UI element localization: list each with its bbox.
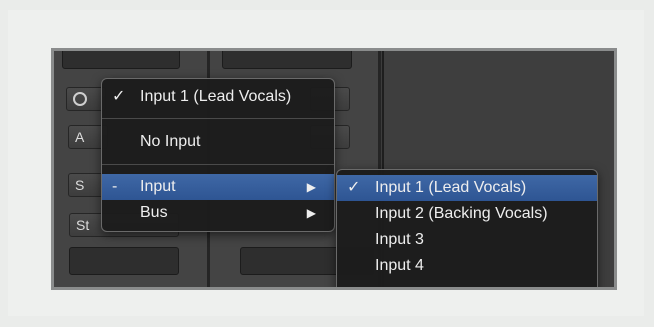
submenu-item-label: Input 4 <box>375 257 424 274</box>
menu-item-input[interactable]: - Input ▶ <box>102 174 334 200</box>
menu-item-bus[interactable]: Bus ▶ <box>102 200 334 226</box>
menu-item-label: No Input <box>140 133 201 150</box>
menu-item-label: Bus <box>140 204 168 221</box>
menu-separator <box>102 164 334 165</box>
menu-item-no-input[interactable]: No Input <box>102 129 334 155</box>
submenu-arrow-icon: ▶ <box>306 180 316 194</box>
submenu-item-label: Input 2 (Backing Vocals) <box>375 205 548 222</box>
solo-label: S <box>75 177 85 193</box>
submenu-arrow-icon: ▶ <box>306 206 316 220</box>
input-popup-menu: ✓ Input 1 (Lead Vocals) No Input - Input… <box>101 78 335 232</box>
submenu-item-label: Input 1 (Lead Vocals) <box>375 179 527 196</box>
strip1-bottom-slot[interactable] <box>69 247 179 275</box>
input-submenu: ✓ Input 1 (Lead Vocals) Input 2 (Backing… <box>336 169 598 287</box>
submenu-item[interactable]: Input 4 <box>337 253 597 279</box>
menu-item-label: Input 1 (Lead Vocals) <box>140 88 292 105</box>
menu-separator <box>102 118 334 119</box>
submenu-item[interactable]: ✓ Input 1 (Lead Vocals) <box>337 175 597 201</box>
stereo-out-label: St <box>76 217 90 233</box>
checkmark-icon: ✓ <box>112 88 126 105</box>
strip1-top-slot[interactable] <box>62 51 180 69</box>
strip2-top-slot[interactable] <box>222 51 352 69</box>
submenu-item[interactable]: Input 3 <box>337 227 597 253</box>
mixer-window: A S St ✓ Input 1 (Lead Vocals) No Input … <box>54 51 614 287</box>
submenu-item[interactable]: Input 2 (Backing Vocals) <box>337 201 597 227</box>
strip1-record-slot[interactable] <box>66 87 106 111</box>
menu-item-current-input[interactable]: ✓ Input 1 (Lead Vocals) <box>102 84 334 110</box>
checkmark-icon: ✓ <box>347 179 361 196</box>
submenu-item-label: Input 3 <box>375 231 424 248</box>
menu-item-label: Input <box>140 178 176 195</box>
automation-label: A <box>75 129 85 145</box>
mixed-state-dash-icon: - <box>112 178 118 195</box>
record-circle-icon[interactable] <box>73 92 87 106</box>
